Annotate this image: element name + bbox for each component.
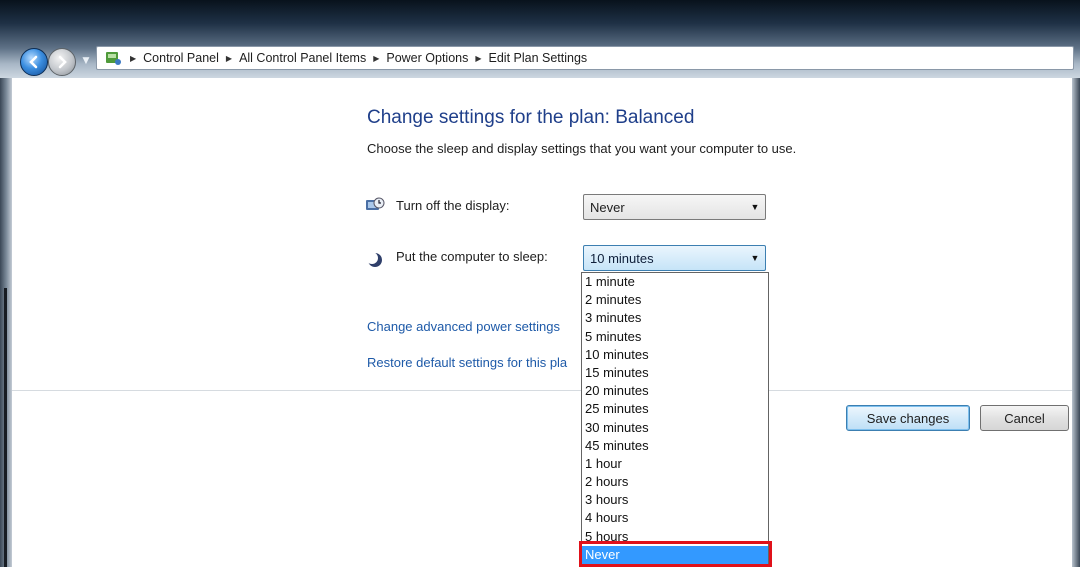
address-bar[interactable]: ▶ Control Panel ▶ All Control Panel Item…	[96, 46, 1074, 70]
sleep-moon-icon	[366, 252, 382, 267]
sleep-option[interactable]: 2 minutes	[582, 291, 768, 309]
breadcrumb-edit-plan[interactable]: Edit Plan Settings	[489, 51, 588, 65]
window-left-edge	[0, 78, 12, 567]
breadcrumb-separator-icon: ▶	[475, 53, 482, 63]
forward-arrow-icon	[58, 55, 67, 69]
breadcrumb-separator-icon: ▶	[225, 53, 233, 63]
breadcrumb-control-panel[interactable]: Control Panel	[143, 51, 219, 65]
display-timeout-value: Never	[590, 199, 625, 215]
divider	[12, 390, 1072, 391]
sleep-option[interactable]: 20 minutes	[582, 382, 768, 400]
sleep-option[interactable]: 1 hour	[582, 455, 768, 473]
sleep-option[interactable]: 4 hours	[582, 509, 768, 527]
chevron-down-icon: ▼	[82, 56, 90, 66]
advanced-power-settings-link[interactable]: Change advanced power settings	[367, 319, 560, 334]
restore-defaults-link[interactable]: Restore default settings for this pla	[367, 355, 567, 370]
sleep-option[interactable]: 10 minutes	[582, 346, 768, 364]
back-button[interactable]	[20, 48, 48, 76]
window-right-edge	[1072, 78, 1080, 567]
sleep-options-list[interactable]: 1 minute 2 minutes 3 minutes 5 minutes 1…	[581, 272, 769, 567]
sleep-option[interactable]: 3 minutes	[582, 309, 768, 327]
sleep-option[interactable]: 2 hours	[582, 473, 768, 491]
display-power-icon	[366, 197, 385, 210]
sleep-option[interactable]: 1 minute	[582, 273, 768, 291]
control-panel-icon	[103, 48, 123, 68]
sleep-option[interactable]: 15 minutes	[582, 364, 768, 382]
chevron-down-icon: ▼	[750, 253, 760, 263]
sleep-option[interactable]: 3 hours	[582, 491, 768, 509]
breadcrumb-separator-icon: ▶	[373, 53, 380, 63]
sleep-option[interactable]: 25 minutes	[582, 400, 768, 418]
breadcrumb-separator-icon: ▶	[130, 53, 137, 63]
cancel-button[interactable]: Cancel	[980, 405, 1069, 431]
display-timeout-select[interactable]: Never ▼	[583, 194, 766, 220]
sleep-option[interactable]: 5 hours	[582, 528, 768, 546]
sleep-option[interactable]: 5 minutes	[582, 328, 768, 346]
sleep-timeout-select[interactable]: 10 minutes ▼	[583, 245, 766, 271]
page-description: Choose the sleep and display settings th…	[367, 141, 797, 156]
sleep-option[interactable]: 30 minutes	[582, 419, 768, 437]
display-timeout-label: Turn off the display:	[396, 198, 510, 213]
back-arrow-icon	[29, 55, 38, 69]
save-changes-button[interactable]: Save changes	[846, 405, 970, 431]
chevron-down-icon: ▼	[750, 202, 760, 212]
breadcrumb-power-options[interactable]: Power Options	[386, 51, 468, 65]
page-title: Change settings for the plan: Balanced	[367, 107, 695, 128]
breadcrumb-all-items[interactable]: All Control Panel Items	[239, 51, 366, 65]
sleep-option-never-highlighted[interactable]: Never	[582, 545, 768, 564]
sleep-timeout-value: 10 minutes	[590, 250, 654, 266]
forward-button[interactable]	[48, 48, 76, 76]
sleep-timeout-label: Put the computer to sleep:	[396, 249, 548, 264]
recent-pages-button[interactable]: ▼	[80, 54, 92, 68]
sleep-option[interactable]: 45 minutes	[582, 437, 768, 455]
